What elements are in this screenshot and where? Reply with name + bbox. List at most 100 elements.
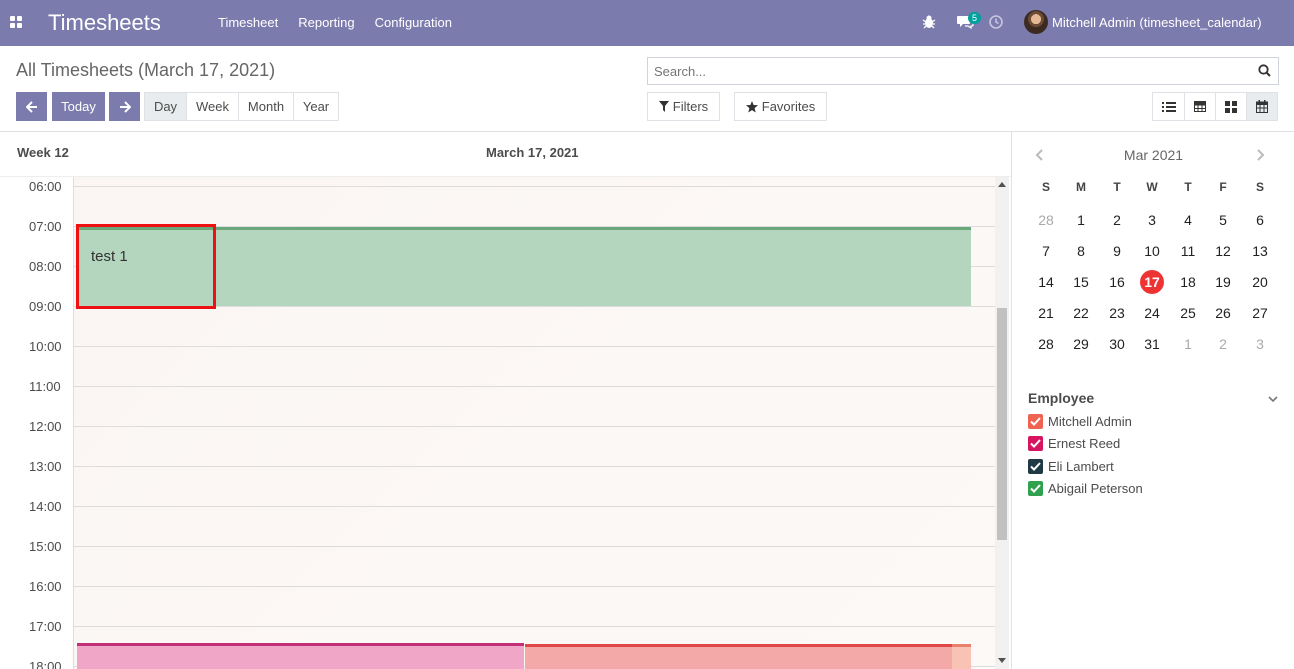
- week-number-label: Week 12: [17, 145, 69, 160]
- employee-filter-item[interactable]: Eli Lambert: [1028, 457, 1114, 475]
- apps-menu-icon[interactable]: [10, 16, 23, 29]
- scroll-down-arrow-icon[interactable]: [998, 658, 1006, 663]
- mini-calendar-day[interactable]: 27: [1242, 301, 1278, 325]
- activity-clock-icon[interactable]: [989, 15, 1003, 29]
- calendar-time-grid[interactable]: 06:00 07:00 08:00 09:00 10:00 11:00 12:00 13:00…: [0, 177, 1011, 669]
- star-icon: [745, 100, 758, 112]
- mini-calendar-day[interactable]: 16: [1099, 270, 1135, 294]
- grid-view-icon: [1194, 101, 1206, 112]
- mini-calendar-day[interactable]: 11: [1170, 239, 1206, 263]
- scroll-up-arrow-icon[interactable]: [998, 182, 1006, 187]
- mini-calendar-day[interactable]: 10: [1134, 239, 1170, 263]
- weekday-header: W: [1146, 180, 1158, 194]
- weekday-header: M: [1076, 180, 1086, 194]
- hour-label: 13:00: [29, 459, 62, 474]
- timesheet-event-salmon[interactable]: [525, 644, 952, 669]
- list-view-icon: [1161, 101, 1176, 112]
- mini-calendar-day[interactable]: 29: [1063, 332, 1099, 356]
- mini-calendar-day[interactable]: 3: [1242, 332, 1278, 356]
- weekday-header: F: [1219, 180, 1227, 194]
- mini-calendar-day[interactable]: 9: [1099, 239, 1135, 263]
- user-avatar[interactable]: [1024, 10, 1048, 34]
- mini-calendar-day[interactable]: 25: [1170, 301, 1206, 325]
- mini-calendar-day[interactable]: 3: [1134, 208, 1170, 232]
- hour-line: [73, 626, 995, 627]
- scale-week-button[interactable]: Week: [186, 92, 239, 121]
- mini-calendar-day[interactable]: 2: [1099, 208, 1135, 232]
- mini-calendar-day[interactable]: 28: [1028, 332, 1064, 356]
- control-panel: All Timesheets (March 17, 2021) Today Da…: [0, 46, 1294, 132]
- mini-calendar-day[interactable]: 4: [1170, 208, 1206, 232]
- mini-calendar-day[interactable]: 20: [1242, 270, 1278, 294]
- filter-icon: [658, 101, 669, 112]
- scale-day-button[interactable]: Day: [144, 92, 187, 121]
- grid-view-button[interactable]: [1184, 92, 1216, 121]
- user-menu[interactable]: Mitchell Admin (timesheet_calendar): [1052, 15, 1262, 30]
- mini-calendar-day[interactable]: 21: [1028, 301, 1064, 325]
- kanban-view-button[interactable]: [1215, 92, 1247, 121]
- checkbox-checked-icon[interactable]: [1028, 436, 1043, 451]
- day-header-label: March 17, 2021: [486, 145, 579, 160]
- mini-calendar-next-icon[interactable]: [1253, 148, 1267, 162]
- app-brand[interactable]: Timesheets: [48, 10, 161, 36]
- mini-calendar-day[interactable]: 1: [1170, 332, 1206, 356]
- chevron-down-icon[interactable]: [1267, 393, 1279, 405]
- hour-label: 11:00: [29, 379, 61, 394]
- mini-calendar-day[interactable]: 8: [1063, 239, 1099, 263]
- mini-calendar-day[interactable]: 18: [1170, 270, 1206, 294]
- employee-filter-item[interactable]: Mitchell Admin: [1028, 412, 1132, 430]
- timesheet-event-salmon-narrow[interactable]: [952, 644, 971, 669]
- menu-reporting[interactable]: Reporting: [298, 15, 354, 30]
- checkbox-checked-icon[interactable]: [1028, 458, 1043, 474]
- calendar-main: Week 12 March 17, 2021 06:00 07:00 08:00 09…: [0, 132, 1012, 669]
- top-navbar: Timesheets Timesheet Reporting Configura…: [0, 0, 1294, 46]
- next-button[interactable]: [109, 92, 140, 121]
- mini-calendar-day[interactable]: 26: [1205, 301, 1241, 325]
- mini-calendar-day[interactable]: 13: [1242, 239, 1278, 263]
- favorites-button[interactable]: Favorites: [734, 92, 827, 121]
- hour-label: 14:00: [29, 499, 62, 514]
- mini-calendar-day[interactable]: 19: [1205, 270, 1241, 294]
- employee-name: Mitchell Admin: [1048, 413, 1132, 429]
- mini-calendar-day[interactable]: 7: [1028, 239, 1064, 263]
- hour-label: 12:00: [29, 419, 62, 434]
- mini-calendar-day[interactable]: 2: [1205, 332, 1241, 356]
- kanban-view-icon: [1225, 100, 1237, 113]
- employee-filter-item[interactable]: Ernest Reed: [1028, 435, 1120, 453]
- menu-configuration[interactable]: Configuration: [375, 15, 452, 30]
- mini-calendar-day[interactable]: 22: [1063, 301, 1099, 325]
- mini-calendar-day[interactable]: 17: [1134, 270, 1170, 294]
- mini-calendar-day[interactable]: 12: [1205, 239, 1241, 263]
- search-input[interactable]: [648, 58, 1238, 84]
- filters-button[interactable]: Filters: [647, 92, 720, 121]
- today-button[interactable]: Today: [52, 92, 105, 121]
- debug-bug-icon[interactable]: [922, 14, 936, 30]
- mini-calendar-day[interactable]: 6: [1242, 208, 1278, 232]
- hour-label: 17:00: [29, 619, 62, 634]
- mini-calendar-day[interactable]: 23: [1099, 301, 1135, 325]
- mini-calendar-day[interactable]: 15: [1063, 270, 1099, 294]
- arrow-right-icon: [119, 100, 131, 113]
- scale-month-button[interactable]: Month: [238, 92, 294, 121]
- checkbox-checked-icon[interactable]: [1028, 481, 1043, 496]
- mini-calendar-day[interactable]: 31: [1134, 332, 1170, 356]
- search-icon[interactable]: [1258, 64, 1271, 77]
- mini-calendar-day[interactable]: 28: [1028, 208, 1064, 232]
- mini-calendar-day[interactable]: 24: [1134, 301, 1170, 325]
- menu-timesheet[interactable]: Timesheet: [218, 15, 278, 30]
- employee-filter-title[interactable]: Employee: [1028, 390, 1094, 406]
- mini-calendar-day[interactable]: 30: [1099, 332, 1135, 356]
- vertical-scrollbar[interactable]: [995, 177, 1009, 669]
- list-view-button[interactable]: [1152, 92, 1185, 121]
- mini-calendar-day[interactable]: 1: [1063, 208, 1099, 232]
- mini-calendar-day[interactable]: 14: [1028, 270, 1064, 294]
- scale-year-button[interactable]: Year: [293, 92, 339, 121]
- employee-filter-item[interactable]: Abigail Peterson: [1028, 480, 1143, 498]
- previous-button[interactable]: [16, 92, 47, 121]
- calendar-view-button[interactable]: [1246, 92, 1278, 121]
- employee-name: Abigail Peterson: [1048, 481, 1143, 496]
- checkbox-checked-icon[interactable]: [1028, 413, 1043, 429]
- mini-calendar-day[interactable]: 5: [1205, 208, 1241, 232]
- scroll-thumb[interactable]: [997, 308, 1007, 540]
- timesheet-event-pink[interactable]: [77, 643, 524, 669]
